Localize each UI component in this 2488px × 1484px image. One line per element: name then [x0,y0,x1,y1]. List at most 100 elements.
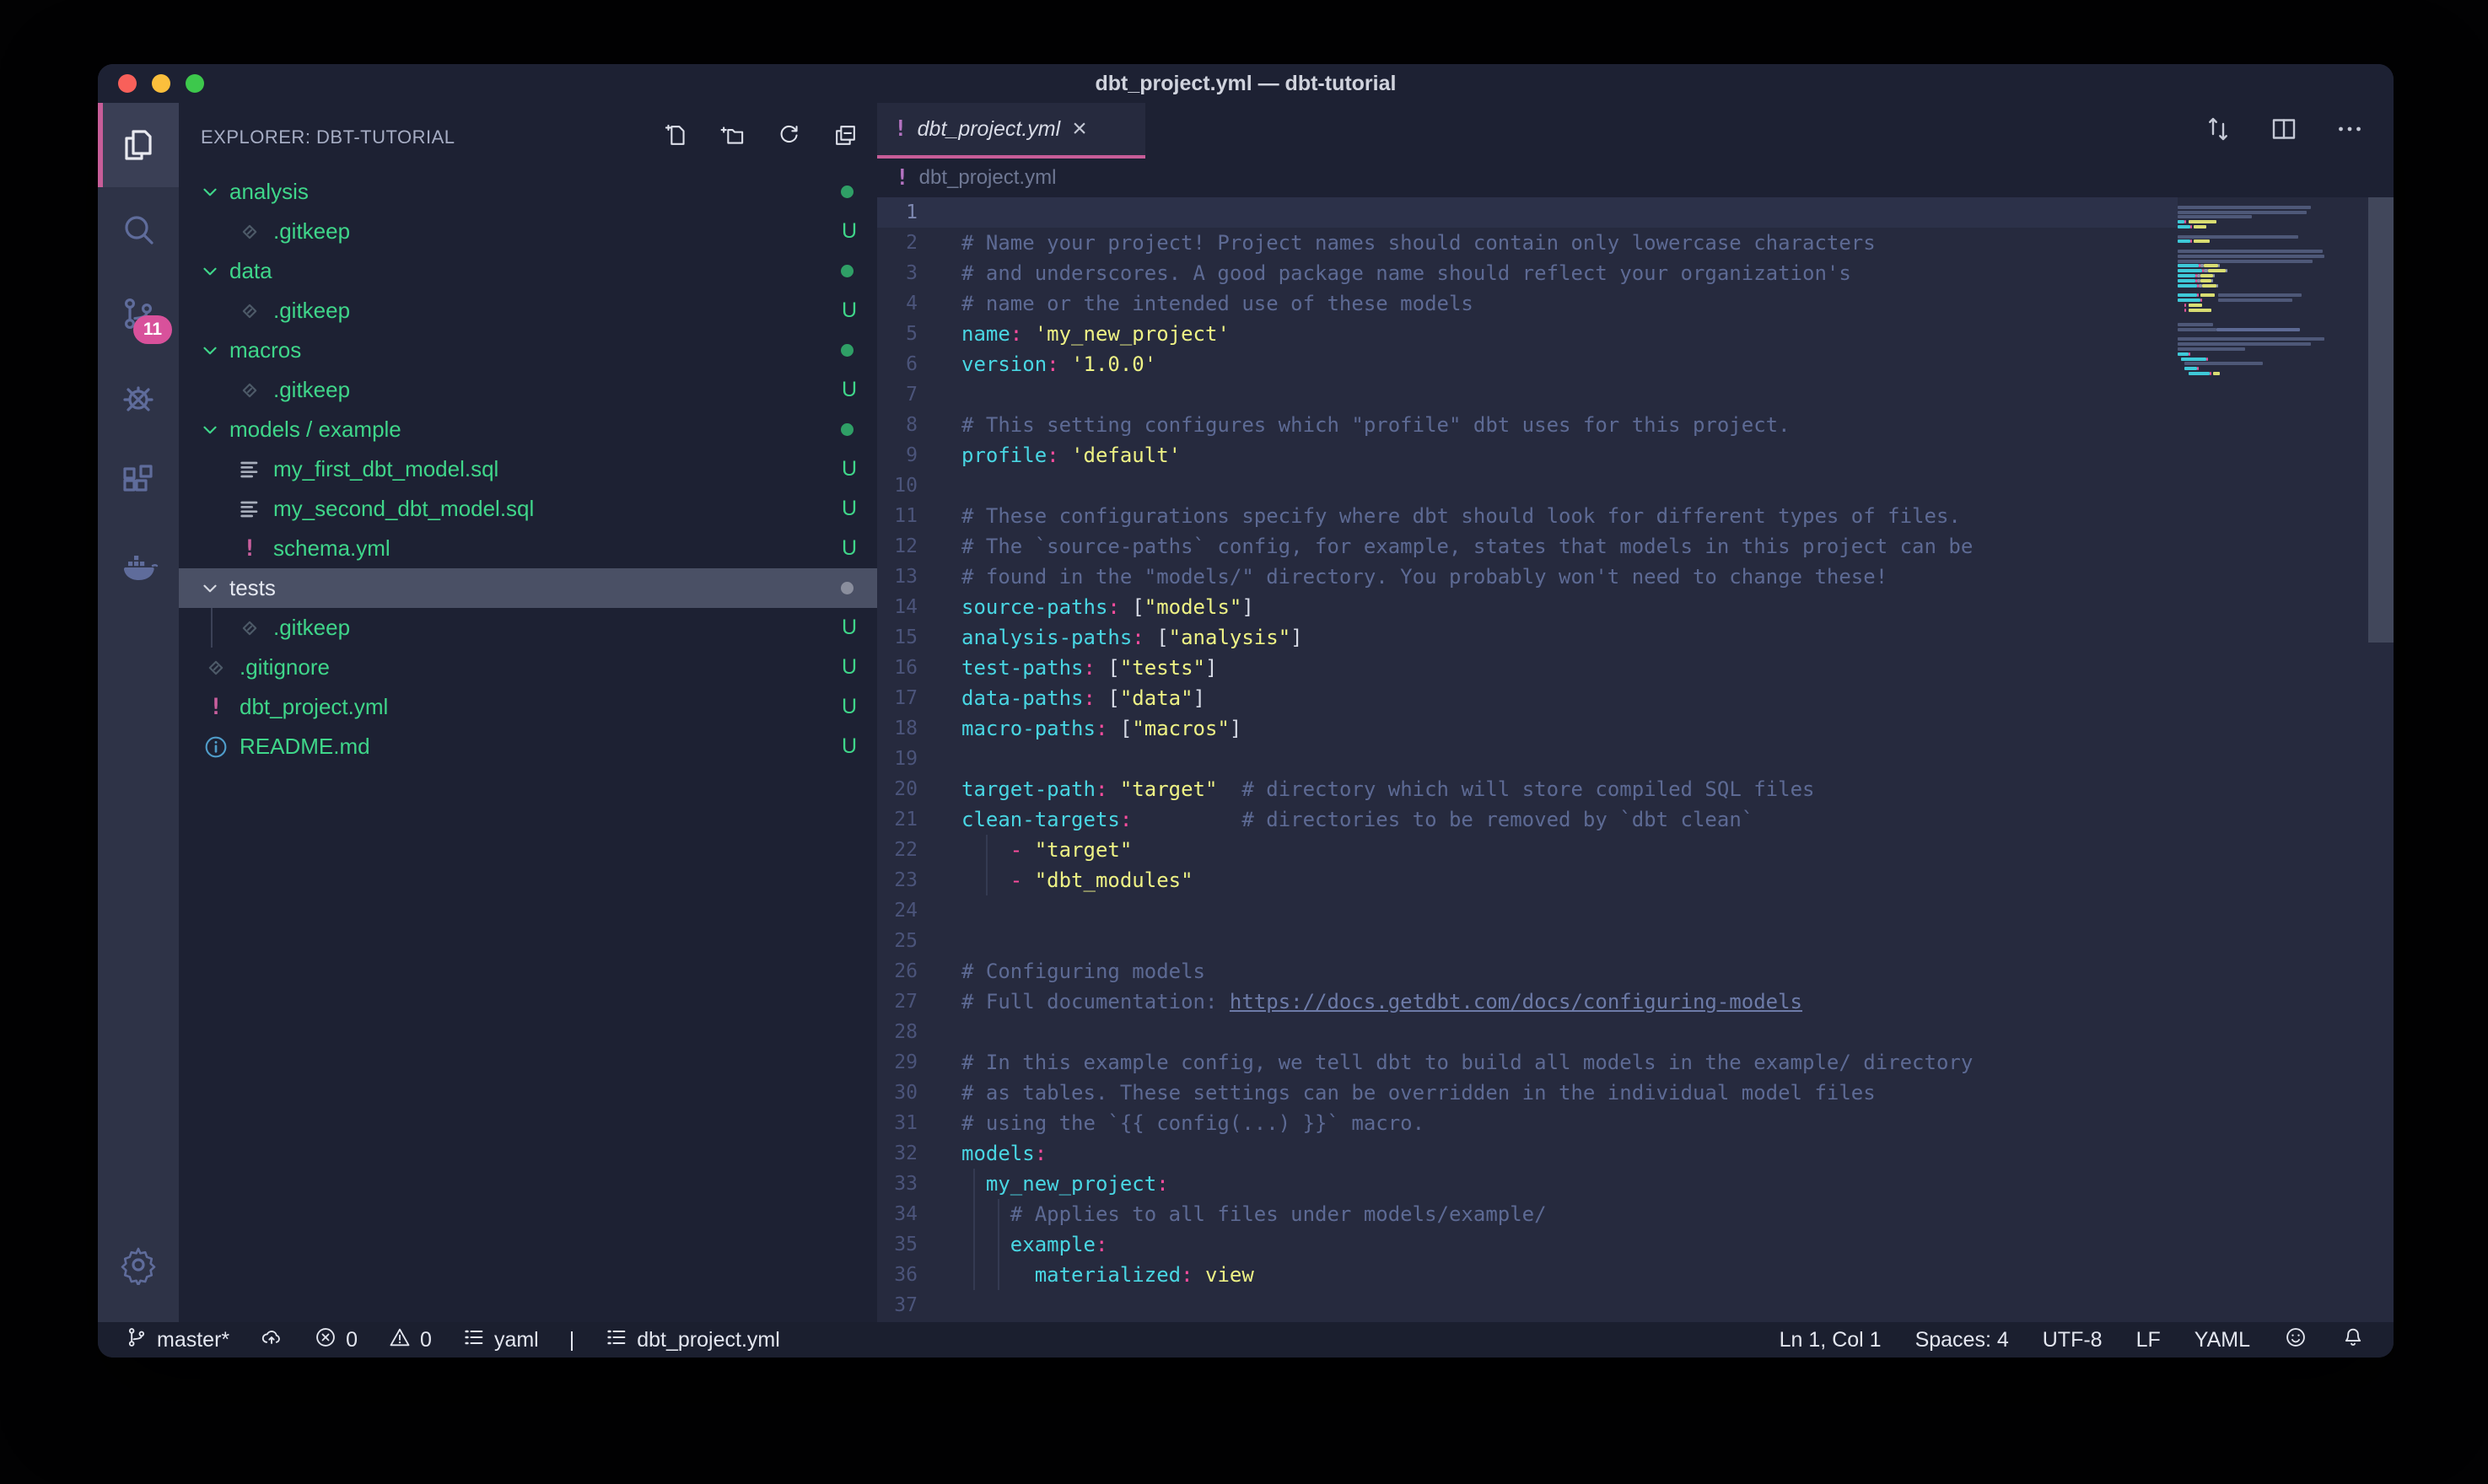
line-number[interactable]: 25 [877,926,918,956]
close-tab-icon[interactable]: × [1072,116,1087,142]
tree-file--gitkeep[interactable]: .gitkeepU [179,212,877,251]
code-line-23[interactable]: 23 - "dbt_modules" [877,865,2178,895]
status-left-error-circle[interactable]: 0 [314,1325,358,1355]
code-line-32[interactable]: 32models: [877,1138,2178,1169]
code-line-13[interactable]: 13# found in the "models/" directory. Yo… [877,562,2178,592]
tree-folder-macros[interactable]: macros [179,331,877,370]
status-left-cloud-upload[interactable] [260,1325,283,1355]
code-line-15[interactable]: 15analysis-paths: ["analysis"] [877,622,2178,653]
line-number[interactable]: 1 [877,197,918,228]
line-number[interactable]: 18 [877,713,918,744]
line-number[interactable]: 4 [877,288,918,319]
tree-file--gitkeep[interactable]: .gitkeepU [179,370,877,410]
activity-docker-icon[interactable] [98,524,179,609]
code-line-35[interactable]: 35 example: [877,1229,2178,1260]
code-editor[interactable]: 12# Name your project! Project names sho… [877,197,2394,1322]
line-number[interactable]: 12 [877,531,918,562]
activity-search-icon[interactable] [98,187,179,272]
code-line-17[interactable]: 17data-paths: ["data"] [877,683,2178,713]
code-line-12[interactable]: 12# The `source-paths` config, for examp… [877,531,2178,562]
breadcrumb-file[interactable]: dbt_project.yml [919,166,1057,190]
line-number[interactable]: 19 [877,744,918,774]
tree-file-schema-yml[interactable]: !schema.ymlU [179,529,877,568]
code-line-36[interactable]: 36 materialized: view [877,1260,2178,1290]
code-line-31[interactable]: 31# using the `{{ config(...) }}` macro. [877,1108,2178,1138]
line-number[interactable]: 28 [877,1017,918,1047]
more-actions-icon[interactable] [2335,114,2365,148]
line-number[interactable]: 15 [877,622,918,653]
code-line-10[interactable]: 10 [877,470,2178,501]
code-line-16[interactable]: 16test-paths: ["tests"] [877,653,2178,683]
code-line-9[interactable]: 9profile: 'default' [877,440,2178,470]
status-right-ln-1-col-1[interactable]: Ln 1, Col 1 [1780,1328,1882,1352]
line-number[interactable]: 23 [877,865,918,895]
code-line-4[interactable]: 4# name or the intended use of these mod… [877,288,2178,319]
settings-gear-icon[interactable] [98,1223,179,1307]
line-number[interactable]: 13 [877,562,918,592]
tree-folder-models-example[interactable]: models / example [179,410,877,449]
line-number[interactable]: 21 [877,804,918,835]
tree-file-readme-md[interactable]: README.mdU [179,727,877,766]
code-line-20[interactable]: 20target-path: "target" # directory whic… [877,774,2178,804]
code-line-34[interactable]: 34 # Applies to all files under models/e… [877,1199,2178,1229]
line-number[interactable]: 7 [877,379,918,410]
status-left-warning-triangle[interactable]: 0 [388,1325,432,1355]
status-right-yaml[interactable]: YAML [2195,1328,2250,1352]
tree-file-dbt-project-yml[interactable]: !dbt_project.ymlU [179,687,877,727]
line-number[interactable]: 11 [877,501,918,531]
line-number[interactable]: 16 [877,653,918,683]
code-line-1[interactable]: 1 [877,197,2178,228]
code-line-33[interactable]: 33 my_new_project: [877,1169,2178,1199]
tree-file--gitignore[interactable]: .gitignoreU [179,648,877,687]
code-line-5[interactable]: 5name: 'my_new_project' [877,319,2178,349]
tree-file-my-first-dbt-model-sql[interactable]: my_first_dbt_model.sqlU [179,449,877,489]
line-number[interactable]: 17 [877,683,918,713]
line-number[interactable]: 27 [877,987,918,1017]
code-line-24[interactable]: 24 [877,895,2178,926]
status-right-smiley[interactable] [2284,1325,2308,1355]
status-left--[interactable]: | [569,1328,575,1352]
activity-files-icon[interactable] [98,103,179,187]
line-number[interactable]: 30 [877,1078,918,1108]
code-line-29[interactable]: 29# In this example config, we tell dbt … [877,1047,2178,1078]
line-number[interactable]: 29 [877,1047,918,1078]
code-line-8[interactable]: 8# This setting configures which "profil… [877,410,2178,440]
line-number[interactable]: 5 [877,319,918,349]
line-number[interactable]: 35 [877,1229,918,1260]
code-line-7[interactable]: 7 [877,379,2178,410]
activity-extensions-icon[interactable] [98,440,179,524]
tree-file--gitkeep[interactable]: .gitkeepU [179,608,877,648]
code-line-3[interactable]: 3# and underscores. A good package name … [877,258,2178,288]
code-line-11[interactable]: 11# These configurations specify where d… [877,501,2178,531]
code-line-14[interactable]: 14source-paths: ["models"] [877,592,2178,622]
status-right-lf[interactable]: LF [2136,1328,2161,1352]
line-number[interactable]: 20 [877,774,918,804]
code-line-19[interactable]: 19 [877,744,2178,774]
line-number[interactable]: 31 [877,1108,918,1138]
status-left-list-selection[interactable]: dbt_project.yml [605,1325,780,1355]
breadcrumb[interactable]: ! dbt_project.yml [877,159,2394,197]
line-number[interactable]: 32 [877,1138,918,1169]
new-folder-icon[interactable] [719,122,746,153]
split-editor-icon[interactable] [2269,114,2299,148]
collapse-all-icon[interactable] [832,122,859,153]
line-number[interactable]: 3 [877,258,918,288]
line-number[interactable]: 22 [877,835,918,865]
title-bar[interactable]: dbt_project.yml — dbt-tutorial [98,64,2394,103]
minimap[interactable] [2178,201,2365,381]
tree-file--gitkeep[interactable]: .gitkeepU [179,291,877,331]
status-right-spaces-4[interactable]: Spaces: 4 [1915,1328,2009,1352]
status-right-utf-8[interactable]: UTF-8 [2043,1328,2103,1352]
line-number[interactable]: 24 [877,895,918,926]
line-number[interactable]: 6 [877,349,918,379]
line-number[interactable]: 10 [877,470,918,501]
tree-folder-analysis[interactable]: analysis [179,172,877,212]
line-number[interactable]: 37 [877,1290,918,1320]
line-number[interactable]: 9 [877,440,918,470]
line-number[interactable]: 26 [877,956,918,987]
code-line-26[interactable]: 26# Configuring models [877,956,2178,987]
code-line-28[interactable]: 28 [877,1017,2178,1047]
code-line-2[interactable]: 2# Name your project! Project names shou… [877,228,2178,258]
code-line-37[interactable]: 37 [877,1290,2178,1320]
code-line-6[interactable]: 6version: '1.0.0' [877,349,2178,379]
